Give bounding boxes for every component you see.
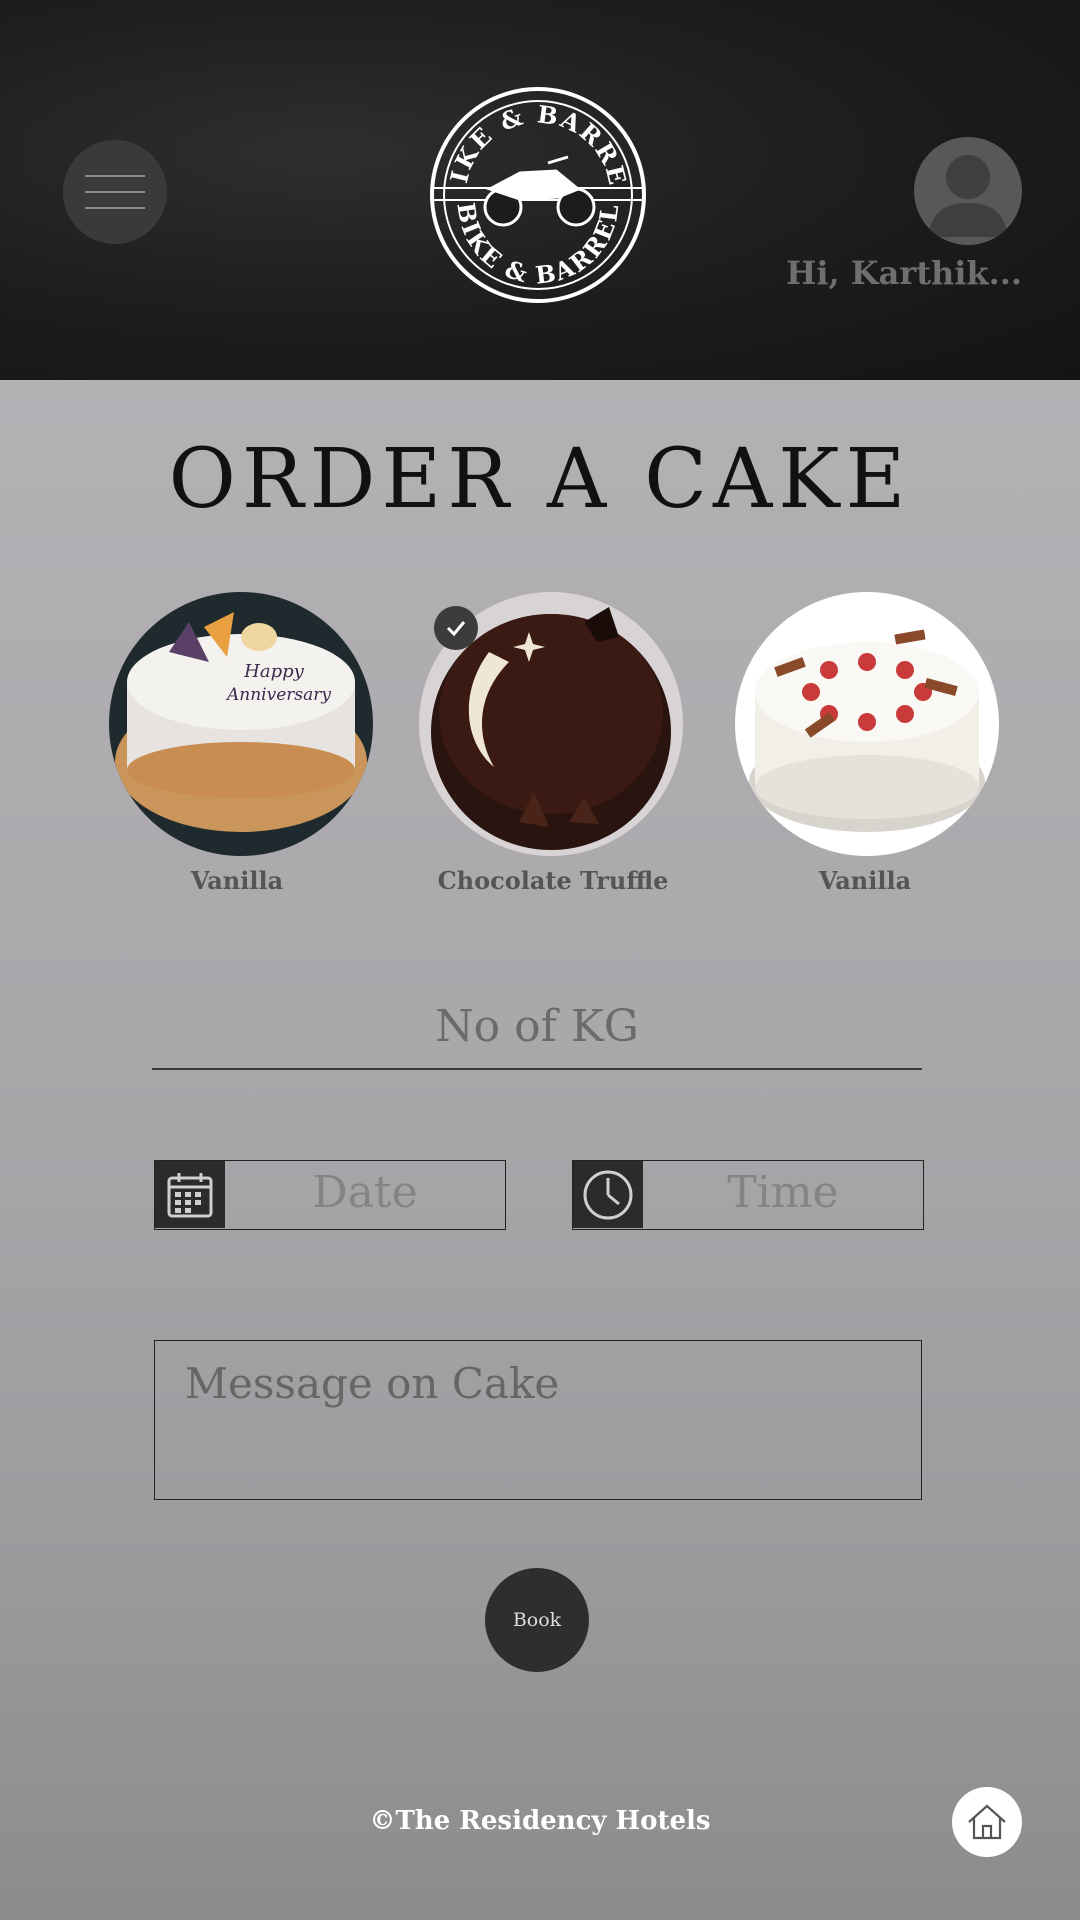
calendar-icon bbox=[167, 1172, 213, 1217]
calendar-icon-box bbox=[155, 1161, 225, 1228]
time-placeholder: Time bbox=[727, 1167, 839, 1218]
kg-placeholder: No of KG bbox=[435, 1001, 639, 1052]
cake-message-line1: Happy bbox=[243, 661, 304, 682]
selected-check bbox=[434, 606, 478, 650]
menu-button[interactable] bbox=[63, 140, 167, 244]
home-button[interactable] bbox=[952, 1787, 1022, 1857]
cake-message-line2: Anniversary bbox=[225, 685, 331, 705]
user-avatar[interactable] bbox=[914, 137, 1022, 245]
cake-image: Happy Anniversary bbox=[109, 592, 373, 856]
cake-label: Chocolate Truffle bbox=[437, 866, 669, 895]
clock-icon-box bbox=[573, 1161, 643, 1228]
user-avatar-icon bbox=[928, 155, 1008, 237]
menu-icon-line bbox=[85, 207, 145, 209]
cake-label: Vanilla bbox=[190, 866, 284, 895]
clock-icon bbox=[583, 1170, 633, 1219]
kg-input[interactable]: No of KG bbox=[152, 990, 922, 1070]
footer-copyright: ©The Residency Hotels bbox=[369, 1806, 711, 1836]
cake-label: Vanilla bbox=[818, 866, 912, 895]
book-button[interactable]: Book bbox=[485, 1568, 589, 1672]
check-icon bbox=[446, 621, 466, 637]
message-textarea[interactable]: Message on Cake bbox=[154, 1340, 922, 1500]
menu-icon-line bbox=[85, 175, 145, 177]
logo-text-bottom: BIKE & BARREL bbox=[451, 201, 622, 290]
time-input[interactable]: Time bbox=[572, 1160, 924, 1230]
page-title: ORDER A CAKE bbox=[168, 432, 912, 527]
cake-option-vanilla-strawberry[interactable] bbox=[735, 592, 999, 856]
greeting-text[interactable]: Hi, Karthik... bbox=[722, 254, 1022, 292]
cake-option-vanilla-anniversary[interactable]: Happy Anniversary bbox=[109, 592, 373, 856]
motorcycle-icon bbox=[483, 155, 596, 227]
menu-icon-line bbox=[85, 191, 145, 193]
svg-text:BIKE & BARREL: BIKE & BARREL bbox=[451, 201, 624, 290]
message-placeholder: Message on Cake bbox=[185, 1359, 560, 1408]
date-input[interactable]: Date bbox=[154, 1160, 506, 1230]
home-icon bbox=[968, 1804, 1006, 1840]
date-placeholder: Date bbox=[312, 1167, 418, 1218]
cake-image bbox=[735, 592, 999, 856]
brand-logo[interactable]: BIKE & BARREL BIKE & BARREL bbox=[417, 62, 648, 305]
